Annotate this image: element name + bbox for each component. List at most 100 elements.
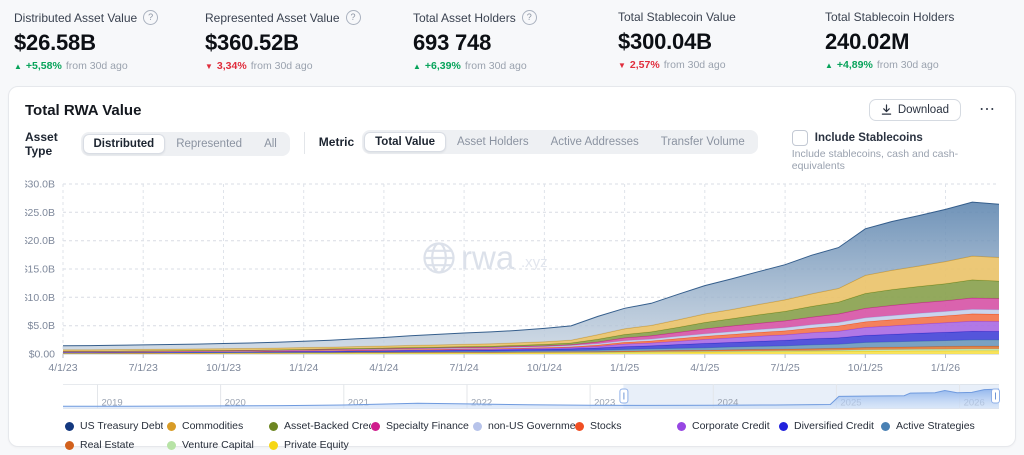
legend-label: Corporate Credit xyxy=(692,420,770,432)
stat-delta: ▼ 3,34% from 30d ago xyxy=(205,60,413,72)
arrow-up-icon: ▲ xyxy=(825,60,833,70)
download-icon xyxy=(881,104,892,115)
rwa-xyz-watermark: rwa .xyz xyxy=(423,239,548,276)
legend-label: Asset-Backed Credit xyxy=(284,420,371,432)
download-button[interactable]: Download xyxy=(868,99,961,121)
legend-dot xyxy=(575,421,584,431)
x-axis-tick-label: 10/1/24 xyxy=(527,362,562,374)
legend-item-diversified-credit[interactable]: Diversified Credit xyxy=(779,418,881,434)
total-rwa-chart[interactable]: $30.0B $25.0B $20.0B $15.0B $10.0B $5.0B $0.00… xyxy=(25,176,1001,376)
x-axis-tick-label: 7/1/23 xyxy=(129,362,158,374)
timeline-brush[interactable]: 20192020202120222023202420252026 xyxy=(25,384,1001,411)
metric-option-active-addresses[interactable]: Active Addresses xyxy=(540,132,650,152)
legend-item-private-equity[interactable]: Private Equity xyxy=(269,437,371,453)
include-stablecoins-row[interactable]: Include Stablecoins xyxy=(791,130,999,146)
stat-label-text: Total Stablecoin Holders xyxy=(825,10,955,24)
legend-item-active-strategies[interactable]: Active Strategies xyxy=(881,418,983,434)
x-axis-tick-label: 1/1/26 xyxy=(931,362,960,374)
include-stablecoins-subtext: Include stablecoins, cash and cash-equiv… xyxy=(791,148,959,172)
filter-bar: Asset Type Distributed Represented All Met… xyxy=(25,130,999,172)
arrow-down-icon: ▼ xyxy=(205,61,213,71)
brush-handle-left[interactable] xyxy=(619,388,629,404)
stat-value: $26.58B xyxy=(14,30,96,55)
legend-dot xyxy=(269,440,278,450)
legend-label: Private Equity xyxy=(284,439,349,451)
legend-dot xyxy=(473,421,482,431)
asset-type-filter: Asset Type Distributed Represented All xyxy=(25,130,290,158)
delta-value: +4,89% xyxy=(836,59,873,71)
legend-label: Real Estate xyxy=(80,439,135,451)
delta-suffix: from 30d ago xyxy=(464,60,527,72)
legend-dot xyxy=(65,421,74,431)
legend-dot xyxy=(269,421,278,431)
include-stablecoins-label: Include Stablecoins xyxy=(814,132,923,144)
ellipsis-icon: ⋯ xyxy=(979,101,995,118)
metric-option-transfer-volume[interactable]: Transfer Volume xyxy=(650,132,756,152)
legend-item-stocks[interactable]: Stocks xyxy=(575,418,677,434)
x-axis-tick-label: 10/1/25 xyxy=(848,362,883,374)
svg-text:.xyz: .xyz xyxy=(521,254,548,271)
chart-legend: US Treasury Debt Commodities Asset-Backed … xyxy=(65,418,999,453)
delta-suffix: from 30d ago xyxy=(876,59,939,71)
legend-dot xyxy=(167,421,176,431)
y-axis-tick-label: $20.0B xyxy=(25,235,55,247)
y-axis-tick-label: $5.0B xyxy=(28,320,55,332)
legend-label: Stocks xyxy=(590,420,622,432)
arrow-up-icon: ▲ xyxy=(413,61,421,71)
stat-total-stablecoin-value: Total Stablecoin Value $300.04B ▼ 2,57% fr… xyxy=(618,10,825,80)
asset-type-label: Asset Type xyxy=(25,130,58,158)
stat-value: 240.02M xyxy=(825,29,910,54)
delta-suffix: from 30d ago xyxy=(250,60,313,72)
legend-item-asset-backed-credit[interactable]: Asset-Backed Credit xyxy=(269,418,371,434)
card-header-actions: Download ⋯ xyxy=(868,99,999,121)
delta-suffix: from 30d ago xyxy=(663,59,726,71)
stat-label-text: Total Asset Holders xyxy=(413,10,516,25)
info-icon[interactable]: ? xyxy=(143,10,159,25)
delta-value: 2,57% xyxy=(629,59,660,71)
legend-item-venture-capital[interactable]: Venture Capital xyxy=(167,437,269,453)
stat-total-asset-holders: Total Asset Holders? 693 748 ▲ +6,39% from… xyxy=(413,10,618,80)
more-options-button[interactable]: ⋯ xyxy=(975,102,999,118)
legend-item-us-treasury-debt[interactable]: US Treasury Debt xyxy=(65,418,167,434)
legend-label: Venture Capital xyxy=(182,439,254,451)
legend-dot xyxy=(65,440,74,450)
metric-option-asset-holders[interactable]: Asset Holders xyxy=(446,132,540,152)
include-stablecoins-block: Include Stablecoins Include stablecoins,… xyxy=(791,130,999,172)
stat-label: Total Stablecoin Holders xyxy=(825,10,1024,24)
stats-row: Distributed Asset Value? $26.58B ▲ +5,58%… xyxy=(0,0,1024,80)
metric-option-total-value[interactable]: Total Value xyxy=(364,132,446,152)
delta-value: +5,58% xyxy=(25,60,62,72)
asset-type-option-distributed[interactable]: Distributed xyxy=(82,134,166,154)
asset-type-option-represented[interactable]: Represented xyxy=(165,134,253,154)
legend-label: Commodities xyxy=(182,420,244,432)
stat-label: Total Asset Holders? xyxy=(413,10,618,25)
x-axis-tick-label: 7/1/24 xyxy=(449,362,478,374)
legend-dot xyxy=(371,421,380,431)
info-icon[interactable]: ? xyxy=(521,10,537,25)
legend-item-non-us-government-debt[interactable]: non-US Governme... xyxy=(473,418,575,434)
legend-dot xyxy=(881,421,890,431)
legend-item-corporate-credit[interactable]: Corporate Credit xyxy=(677,418,779,434)
card-header: Total RWA Value Download ⋯ xyxy=(25,99,999,121)
stat-label-text: Represented Asset Value xyxy=(205,10,340,25)
legend-label: US Treasury Debt xyxy=(80,420,164,432)
legend-item-specialty-finance[interactable]: Specialty Finance xyxy=(371,418,473,434)
stat-value: 693 748 xyxy=(413,30,492,55)
include-stablecoins-checkbox[interactable] xyxy=(791,130,808,146)
info-icon[interactable]: ? xyxy=(345,10,361,25)
stat-delta: ▼ 2,57% from 30d ago xyxy=(618,59,825,71)
asset-type-option-all[interactable]: All xyxy=(253,134,288,154)
legend-item-commodities[interactable]: Commodities xyxy=(167,418,269,434)
brush-handle-right[interactable] xyxy=(991,388,1000,404)
x-axis-tick-label: 1/1/24 xyxy=(289,362,318,374)
legend-item-real-estate[interactable]: Real Estate xyxy=(65,437,167,453)
svg-text:rwa: rwa xyxy=(461,239,515,276)
y-axis-tick-label: $0.00 xyxy=(29,349,55,361)
rwa-dashboard: Distributed Asset Value? $26.58B ▲ +5,58%… xyxy=(0,0,1024,455)
stat-label: Total Stablecoin Value xyxy=(618,10,825,24)
legend-label: Specialty Finance xyxy=(386,420,469,432)
y-axis-tick-label: $25.0B xyxy=(25,207,55,219)
delta-value: +6,39% xyxy=(424,60,461,72)
download-label: Download xyxy=(897,104,949,116)
metric-segmented-control: Total Value Asset Holders Active Addresses… xyxy=(362,130,758,154)
